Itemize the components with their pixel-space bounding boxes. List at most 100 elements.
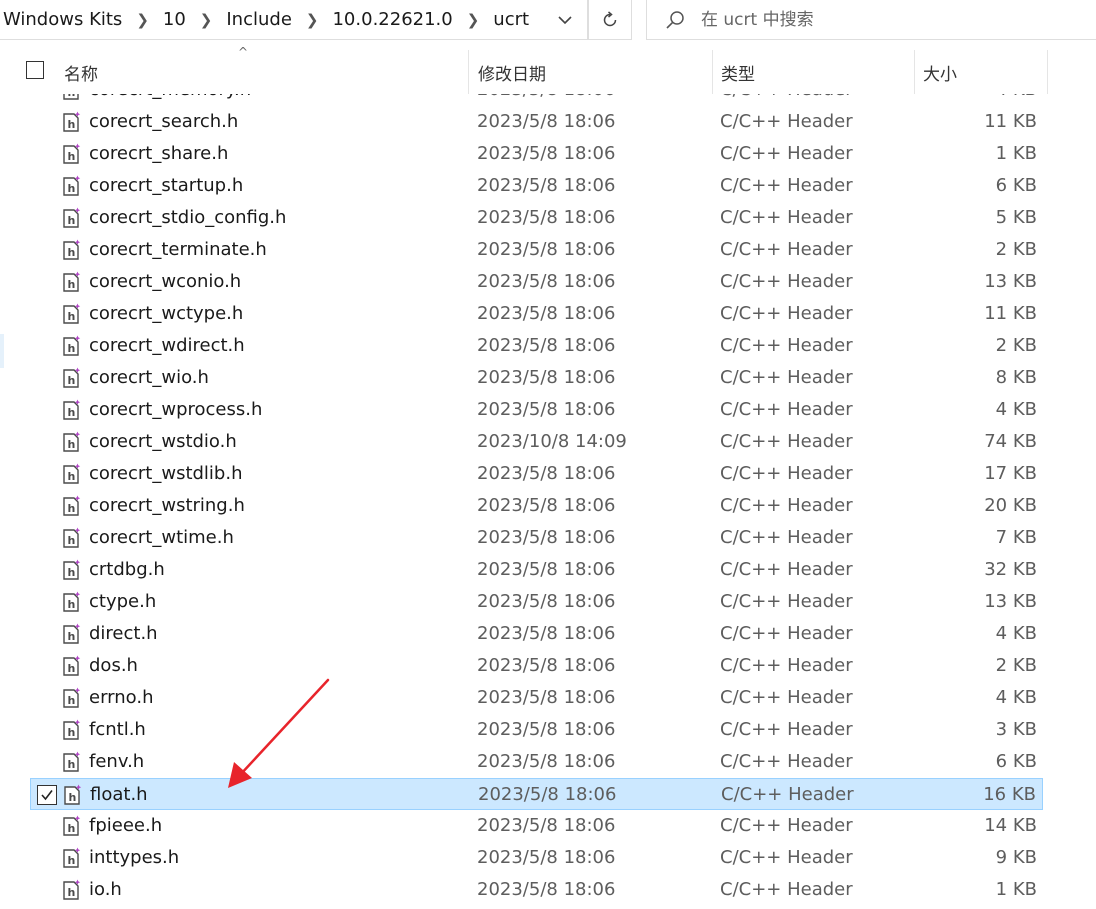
file-type: C/C++ Header bbox=[720, 719, 853, 740]
address-bar[interactable]: Windows Kits ❯ 10 ❯ Include ❯ 10.0.22621… bbox=[0, 0, 588, 40]
svg-text:h: h bbox=[68, 310, 76, 323]
file-name: errno.h bbox=[89, 687, 154, 708]
file-date-modified: 2023/5/8 18:06 bbox=[477, 207, 616, 228]
row-checkbox[interactable] bbox=[37, 785, 57, 805]
file-row[interactable]: h corecrt_wstdio.h 2023/10/8 14:09 C/C++… bbox=[30, 426, 1043, 458]
column-header-type[interactable]: 类型 bbox=[712, 50, 914, 94]
file-size: 2 KB bbox=[995, 655, 1037, 676]
file-name: corecrt_wtime.h bbox=[89, 527, 234, 548]
file-row[interactable]: h direct.h 2023/5/8 18:06 C/C++ Header 4… bbox=[30, 618, 1043, 650]
file-row[interactable]: h corecrt_share.h 2023/5/8 18:06 C/C++ H… bbox=[30, 138, 1043, 170]
cpp-header-file-icon: h bbox=[63, 559, 81, 580]
file-name: corecrt_wprocess.h bbox=[89, 399, 263, 420]
cpp-header-file-icon: h bbox=[63, 111, 81, 132]
breadcrumb-separator-icon[interactable]: ❯ bbox=[130, 0, 155, 40]
file-row[interactable]: h corecrt_wdirect.h 2023/5/8 18:06 C/C++… bbox=[30, 330, 1043, 362]
file-name: corecrt_startup.h bbox=[89, 175, 244, 196]
breadcrumb-item[interactable]: Windows Kits bbox=[0, 0, 130, 40]
file-name: io.h bbox=[89, 879, 122, 900]
file-row[interactable]: h fcntl.h 2023/5/8 18:06 C/C++ Header 3 … bbox=[30, 714, 1043, 746]
file-date-modified: 2023/10/8 14:09 bbox=[477, 431, 627, 452]
breadcrumb-separator-icon[interactable]: ❯ bbox=[461, 0, 486, 40]
cpp-header-file-icon: h bbox=[63, 143, 81, 164]
cpp-header-file-icon: h bbox=[63, 271, 81, 292]
file-size: 17 KB bbox=[984, 463, 1037, 484]
file-size: 4 KB bbox=[995, 399, 1037, 420]
file-size: 14 KB bbox=[984, 815, 1037, 836]
file-row[interactable]: h dos.h 2023/5/8 18:06 C/C++ Header 2 KB bbox=[30, 650, 1043, 682]
chevron-down-icon[interactable] bbox=[543, 0, 587, 39]
refresh-button[interactable] bbox=[588, 0, 632, 40]
file-name: inttypes.h bbox=[89, 847, 180, 868]
cpp-header-file-icon: h bbox=[63, 367, 81, 388]
file-type: C/C++ Header bbox=[720, 463, 853, 484]
file-date-modified: 2023/5/8 18:06 bbox=[477, 623, 616, 644]
file-row[interactable]: h io.h 2023/5/8 18:06 C/C++ Header 1 KB bbox=[30, 874, 1043, 906]
file-date-modified: 2023/5/8 18:06 bbox=[477, 847, 616, 868]
svg-text:h: h bbox=[68, 374, 76, 387]
svg-text:h: h bbox=[68, 278, 76, 291]
svg-text:h: h bbox=[68, 470, 76, 483]
cpp-header-file-icon: h bbox=[63, 495, 81, 516]
cpp-header-file-icon: h bbox=[63, 591, 81, 612]
file-type: C/C++ Header bbox=[720, 655, 853, 676]
svg-text:h: h bbox=[68, 886, 76, 899]
svg-text:h: h bbox=[68, 758, 76, 771]
search-input[interactable] bbox=[699, 8, 1063, 31]
file-size: 6 KB bbox=[995, 175, 1037, 196]
cpp-header-file-icon: h bbox=[63, 623, 81, 644]
file-row[interactable]: h corecrt_wconio.h 2023/5/8 18:06 C/C++ … bbox=[30, 266, 1043, 298]
file-type: C/C++ Header bbox=[720, 271, 853, 292]
file-name: corecrt_wio.h bbox=[89, 367, 209, 388]
cpp-header-file-icon: h bbox=[63, 719, 81, 740]
column-header-date-modified[interactable]: 修改日期 bbox=[468, 50, 712, 94]
column-header-name[interactable]: 名称 bbox=[64, 50, 468, 94]
file-date-modified: 2023/5/8 18:06 bbox=[477, 335, 616, 356]
breadcrumb-separator-icon[interactable]: ❯ bbox=[194, 0, 219, 40]
cpp-header-file-icon: h bbox=[63, 239, 81, 260]
file-type: C/C++ Header bbox=[720, 815, 853, 836]
file-row[interactable]: h float.h 2023/5/8 18:06 C/C++ Header 16… bbox=[30, 778, 1043, 810]
breadcrumb-item[interactable]: ucrt bbox=[485, 0, 537, 40]
file-row[interactable]: h corecrt_wstring.h 2023/5/8 18:06 C/C++… bbox=[30, 490, 1043, 522]
breadcrumb-item[interactable]: 10 bbox=[155, 0, 194, 40]
cpp-header-file-icon: h bbox=[63, 751, 81, 772]
file-name: corecrt_share.h bbox=[89, 143, 229, 164]
file-row[interactable]: h corecrt_wio.h 2023/5/8 18:06 C/C++ Hea… bbox=[30, 362, 1043, 394]
file-row[interactable]: h corecrt_search.h 2023/5/8 18:06 C/C++ … bbox=[30, 106, 1043, 138]
select-all-checkbox[interactable] bbox=[26, 61, 44, 79]
file-size: 1 KB bbox=[995, 143, 1037, 164]
svg-text:h: h bbox=[69, 791, 77, 804]
file-row[interactable]: h corecrt_wtime.h 2023/5/8 18:06 C/C++ H… bbox=[30, 522, 1043, 554]
svg-text:h: h bbox=[68, 214, 76, 227]
file-row[interactable]: h corecrt_wprocess.h 2023/5/8 18:06 C/C+… bbox=[30, 394, 1043, 426]
file-row[interactable]: h corecrt_startup.h 2023/5/8 18:06 C/C++… bbox=[30, 170, 1043, 202]
file-type: C/C++ Header bbox=[720, 239, 853, 260]
file-row[interactable]: h errno.h 2023/5/8 18:06 C/C++ Header 4 … bbox=[30, 682, 1043, 714]
file-type: C/C++ Header bbox=[720, 335, 853, 356]
search-box[interactable] bbox=[646, 0, 1096, 40]
file-row[interactable]: h corecrt_wstdlib.h 2023/5/8 18:06 C/C++… bbox=[30, 458, 1043, 490]
svg-text:h: h bbox=[68, 822, 76, 835]
file-size: 13 KB bbox=[984, 591, 1037, 612]
column-header-size[interactable]: 大小 bbox=[914, 50, 1048, 94]
breadcrumb-separator-icon[interactable]: ❯ bbox=[300, 0, 325, 40]
file-type: C/C++ Header bbox=[720, 431, 853, 452]
breadcrumb-item[interactable]: Include bbox=[218, 0, 300, 40]
file-date-modified: 2023/5/8 18:06 bbox=[477, 143, 616, 164]
file-row[interactable]: h inttypes.h 2023/5/8 18:06 C/C++ Header… bbox=[30, 842, 1043, 874]
file-date-modified: 2023/5/8 18:06 bbox=[477, 271, 616, 292]
file-row[interactable]: h crtdbg.h 2023/5/8 18:06 C/C++ Header 3… bbox=[30, 554, 1043, 586]
breadcrumb-item[interactable]: 10.0.22621.0 bbox=[324, 0, 460, 40]
file-row[interactable]: h corecrt_wctype.h 2023/5/8 18:06 C/C++ … bbox=[30, 298, 1043, 330]
cpp-header-file-icon: h bbox=[63, 431, 81, 452]
file-row[interactable]: h ctype.h 2023/5/8 18:06 C/C++ Header 13… bbox=[30, 586, 1043, 618]
file-type: C/C++ Header bbox=[720, 591, 853, 612]
file-row[interactable]: h fenv.h 2023/5/8 18:06 C/C++ Header 6 K… bbox=[30, 746, 1043, 778]
file-row[interactable]: h fpieee.h 2023/5/8 18:06 C/C++ Header 1… bbox=[30, 810, 1043, 842]
file-row[interactable]: h corecrt_terminate.h 2023/5/8 18:06 C/C… bbox=[30, 234, 1043, 266]
file-type: C/C++ Header bbox=[720, 559, 853, 580]
svg-text:h: h bbox=[68, 150, 76, 163]
file-name: dos.h bbox=[89, 655, 138, 676]
file-row[interactable]: h corecrt_stdio_config.h 2023/5/8 18:06 … bbox=[30, 202, 1043, 234]
